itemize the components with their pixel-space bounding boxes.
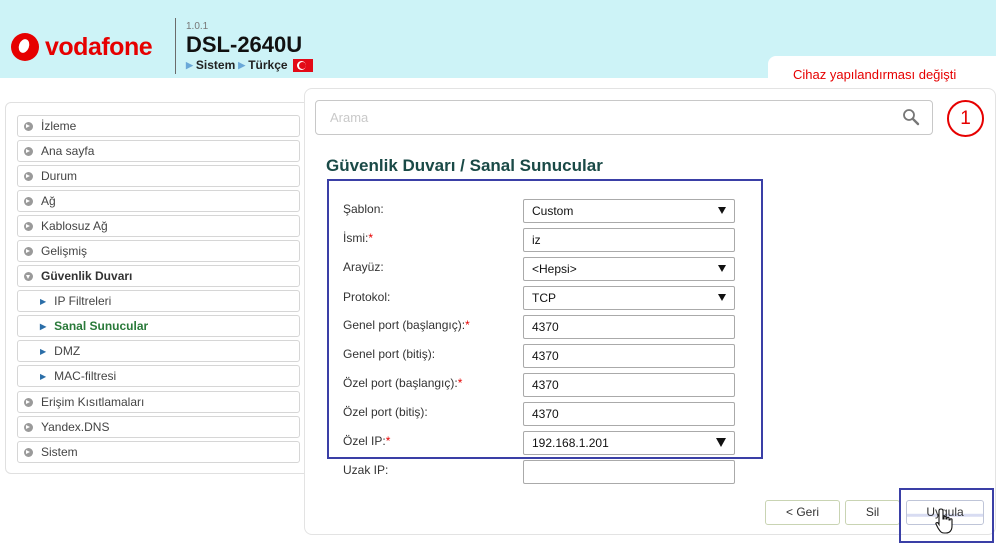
sidebar-menu: İzleme Ana sayfa Durum Ağ Kablosuz Ağ Ge… <box>5 102 310 474</box>
submenu-arrow-icon: ▶ <box>40 296 47 306</box>
breadcrumb-arrow-icon: ▶ <box>186 59 193 70</box>
dropdown-caret-icon <box>718 265 726 272</box>
dropdown-caret-icon <box>716 438 726 447</box>
sidebar-item-label: Güvenlik Duvarı <box>41 269 133 283</box>
sidebar-item-sanal-sunucular[interactable]: ▶ Sanal Sunucular <box>17 315 300 337</box>
sidebar-item-label: Erişim Kısıtlamaları <box>41 395 145 409</box>
dropdown-caret-icon <box>718 207 726 214</box>
search-icon[interactable] <box>902 108 920 126</box>
public-port-start-input[interactable] <box>532 320 722 334</box>
private-port-end-field[interactable] <box>523 402 735 426</box>
firmware-version: 1.0.1 <box>186 21 209 32</box>
expand-bullet-icon <box>24 422 33 432</box>
page-title: Güvenlik Duvarı / Sanal Sunucular <box>326 156 603 175</box>
sidebar-item-erisim-kisitlamalari[interactable]: Erişim Kısıtlamaları <box>17 391 300 413</box>
expand-bullet-icon <box>24 447 33 457</box>
name-input[interactable] <box>532 233 722 247</box>
header-divider <box>175 18 176 74</box>
sidebar-item-ag[interactable]: Ağ <box>17 190 300 212</box>
sidebar-item-izleme[interactable]: İzleme <box>17 115 300 137</box>
sidebar-item-label: Ağ <box>41 194 56 208</box>
breadcrumb-arrow-icon: ▶ <box>238 59 246 70</box>
sidebar-item-label: Sistem <box>41 445 78 459</box>
hand-pointer-cursor-icon <box>935 508 953 534</box>
private-ip-label: Özel IP:* <box>343 434 391 448</box>
remote-ip-input[interactable] <box>532 465 722 479</box>
name-field[interactable] <box>523 228 735 252</box>
sidebar-item-gelismis[interactable]: Gelişmiş <box>17 240 300 262</box>
search-input[interactable] <box>316 101 886 134</box>
private-port-end-input[interactable] <box>532 407 722 421</box>
sidebar-item-label: Yandex.DNS <box>41 420 110 434</box>
breadcrumb-system-link[interactable]: Sistem <box>196 58 235 72</box>
private-port-end-label: Özel port (bitiş): <box>343 405 428 419</box>
sidebar-item-guvenlik-duvari[interactable]: Güvenlik Duvarı <box>17 265 300 287</box>
sidebar-item-label: IP Filtreleri <box>54 294 112 308</box>
template-label: Şablon: <box>343 202 384 216</box>
public-port-end-label: Genel port (bitiş): <box>343 347 436 361</box>
back-button[interactable]: < Geri <box>765 500 840 525</box>
public-port-start-field[interactable] <box>523 315 735 339</box>
protocol-select[interactable]: TCP <box>523 286 735 310</box>
expand-bullet-icon <box>24 171 33 181</box>
interface-select[interactable]: <Hepsi> <box>523 257 735 281</box>
sidebar-item-label: Kablosuz Ağ <box>41 219 108 233</box>
expand-bullet-icon <box>24 196 33 206</box>
submenu-arrow-icon: ▶ <box>40 371 47 381</box>
sidebar-item-label: İzleme <box>41 119 77 133</box>
interface-label: Arayüz: <box>343 260 384 274</box>
vodafone-logo: vodafone <box>11 32 153 62</box>
template-select[interactable]: Custom <box>523 199 735 223</box>
sidebar-item-dmz[interactable]: ▶ DMZ <box>17 340 300 362</box>
turkey-flag-icon[interactable] <box>292 58 313 72</box>
device-model: DSL-2640U <box>186 32 303 57</box>
search-box[interactable] <box>315 100 933 135</box>
sidebar-item-label: Gelişmiş <box>41 244 88 258</box>
brand-name: vodafone <box>45 32 153 61</box>
sidebar-item-sistem[interactable]: Sistem <box>17 441 300 463</box>
expand-bullet-icon <box>24 397 33 407</box>
sidebar-item-label: DMZ <box>54 344 81 358</box>
language-selector[interactable]: Türkçe <box>248 58 287 72</box>
public-port-end-field[interactable] <box>523 344 735 368</box>
name-label: İsmi:* <box>343 231 374 245</box>
dropdown-caret-icon <box>718 294 726 301</box>
sidebar-item-kablosuz-ag[interactable]: Kablosuz Ağ <box>17 215 300 237</box>
sidebar-item-ana-sayfa[interactable]: Ana sayfa <box>17 140 300 162</box>
sidebar-item-durum[interactable]: Durum <box>17 165 300 187</box>
notification-count-badge[interactable]: 1 <box>947 100 984 137</box>
breadcrumb: ▶ Sistem ▶ Türkçe <box>186 58 313 72</box>
public-port-end-input[interactable] <box>532 349 722 363</box>
sidebar-item-label: Durum <box>41 169 78 183</box>
sidebar-item-label: MAC-filtresi <box>54 369 117 383</box>
expand-bullet-icon <box>24 146 33 156</box>
sidebar-item-label: Ana sayfa <box>41 144 95 158</box>
vodafone-speechmark-icon <box>11 33 39 61</box>
delete-button[interactable]: Sil <box>845 500 900 525</box>
sidebar-item-ip-filtreleri[interactable]: ▶ IP Filtreleri <box>17 290 300 312</box>
expand-bullet-icon <box>24 246 33 256</box>
private-ip-combobox[interactable]: 192.168.1.201 <box>523 431 735 455</box>
sidebar-item-yandex-dns[interactable]: Yandex.DNS <box>17 416 300 438</box>
remote-ip-field[interactable] <box>523 460 735 484</box>
private-port-start-input[interactable] <box>532 378 722 392</box>
remote-ip-label: Uzak IP: <box>343 463 389 477</box>
collapse-bullet-icon <box>24 271 33 281</box>
submenu-arrow-icon: ▶ <box>40 321 47 331</box>
sidebar-item-label: Sanal Sunucular <box>54 319 149 333</box>
private-port-start-label: Özel port (başlangıç):* <box>343 376 463 390</box>
submenu-arrow-icon: ▶ <box>40 346 47 356</box>
protocol-label: Protokol: <box>343 290 391 304</box>
sidebar-item-mac-filtresi[interactable]: ▶ MAC-filtresi <box>17 365 300 387</box>
expand-bullet-icon <box>24 221 33 231</box>
public-port-start-label: Genel port (başlangıç):* <box>343 318 470 332</box>
private-port-start-field[interactable] <box>523 373 735 397</box>
expand-bullet-icon <box>24 121 33 131</box>
